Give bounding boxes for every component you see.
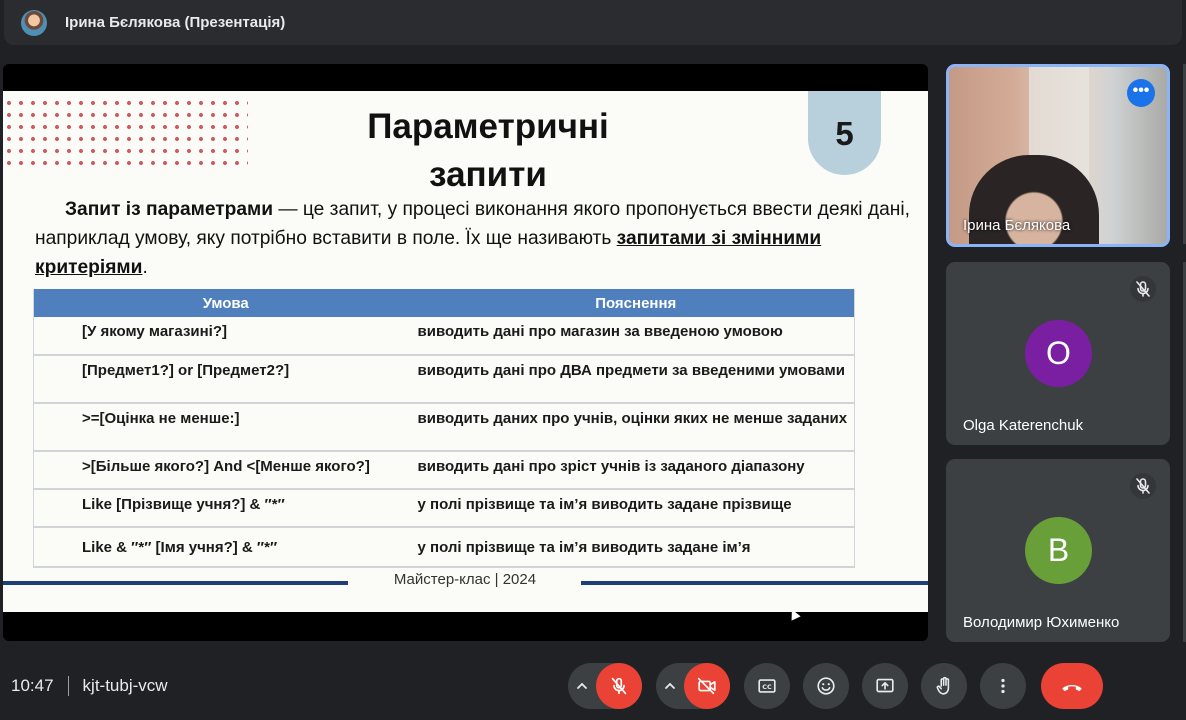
participant-tile-olga[interactable]: O Olga Katerenchuk [946,262,1170,445]
participant-avatar: O [1025,320,1092,387]
conditions-table: Умова Пояснення [У якому магазині?] виво… [33,289,855,568]
participant-tile-volodymyr[interactable]: B Володимир Юхименко [946,459,1170,642]
mic-control-group [568,663,642,709]
call-controls: CC [568,663,1103,709]
table-cell-explanation: у полі прізвище та ім’я виводить задане … [417,489,855,528]
intro-bold-term: Запит із параметрами [65,199,274,220]
table-cell-explanation: виводить дані про магазин за введеною ум… [417,317,855,356]
table-cell-explanation: виводить дані про ДВА предмети за введен… [417,355,855,404]
video-settings-chevron[interactable] [656,663,684,709]
participant-name: Olga Katerenchuk [963,417,1084,434]
slide-intro-text: Запит із параметрами — це запит, у проце… [35,199,910,278]
presentation-title: Ірина Бєлякова (Презентація) [65,14,286,31]
slide-title: Параметричні запити [288,103,688,199]
reactions-button[interactable] [803,663,849,709]
call-end-icon [1062,685,1082,692]
slide-footer: Майстер-клас | 2024 [393,571,537,588]
slide-title-line-1: Параметричні [367,107,609,146]
present-now-button[interactable] [862,663,908,709]
table-cell-explanation: виводить даних про учнів, оцінки яких не… [417,403,855,452]
present-screen-icon [876,678,894,693]
more-options-button[interactable] [980,663,1026,709]
table-row: [Предмет1?] or [Предмет2?] виводить дані… [33,355,855,404]
participant-name: Ірина Бєлякова [963,217,1071,234]
mic-off-icon [1130,473,1156,499]
footer-line-left [3,581,348,585]
meet-screen: Ірина Бєлякова (Презентація) Параметричн… [0,0,1186,720]
table-row: [У якому магазині?] виводить дані про ма… [33,317,855,356]
closed-caption-icon: CC [758,679,776,693]
table-cell-condition: Like [Прізвище учня?] & ″*″ [33,489,418,528]
table-row: Like & ″*″ [Імя учня?] & ″*″ у полі пріз… [33,527,855,568]
slide-number-tab: 5 [808,91,881,175]
table-cell-condition: Like & ″*″ [Імя учня?] & ″*″ [33,527,418,568]
audio-settings-chevron[interactable] [568,663,596,709]
toggle-mic-button[interactable] [596,663,642,709]
table-header-row: Умова Пояснення [33,289,855,317]
participant-tile-presenter[interactable]: ••• Ірина Бєлякова [946,64,1170,247]
participant-name: Володимир Юхименко [963,614,1120,631]
camera-control-group [656,663,730,709]
mic-off-icon [1130,276,1156,302]
more-vert-icon [1001,678,1005,694]
clock-time: 10:47 [11,676,54,695]
svg-text:CC: CC [762,683,772,691]
leave-call-button[interactable] [1041,663,1103,709]
mic-off-icon [611,677,627,695]
emoji-icon [817,677,835,695]
captions-button[interactable]: CC [744,663,790,709]
table-cell-condition: [Предмет1?] or [Предмет2?] [33,355,418,404]
separator [67,676,69,696]
presenter-avatar [21,9,47,36]
table-cell-condition: >[Більше якого?] And <[Менше якого?] [33,451,418,490]
more-options-button[interactable]: ••• [1127,79,1155,107]
toggle-camera-button[interactable] [684,663,730,709]
slide-title-line-2: запити [429,155,547,194]
presentation-top-bar: Ірина Бєлякова (Презентація) [4,0,1182,45]
presentation-stage[interactable]: Параметричні запити 5 Запит із параметра… [3,64,928,641]
chevron-up-icon [577,682,587,689]
table-header-explanation: Пояснення [417,289,855,317]
table-row: >=[Оцінка не менше:] виводить даних про … [33,403,855,452]
table-row: >[Більше якого?] And <[Менше якого?] вив… [33,451,855,490]
videocam-off-icon [697,677,716,695]
meeting-info: 10:47 kjt-tubj-vcw [11,676,168,696]
slide: Параметричні запити 5 Запит із параметра… [3,91,928,612]
table-cell-condition: >=[Оцінка не менше:] [33,403,418,452]
table-cell-condition: [У якому магазині?] [33,317,418,356]
raise-hand-icon [936,676,950,695]
table-cell-explanation: у полі прізвище та ім’я виводить задане … [417,527,855,568]
table-cell-explanation: виводить дані про зріст учнів із заданог… [417,451,855,490]
chevron-up-icon [665,682,675,689]
raise-hand-button[interactable] [921,663,967,709]
table-row: Like [Прізвище учня?] & ″*″ у полі прізв… [33,489,855,528]
participant-avatar: B [1025,517,1092,584]
footer-line-right [581,581,928,585]
table-header-condition: Умова [33,289,418,317]
decorative-dots [3,97,248,169]
meeting-code[interactable]: kjt-tubj-vcw [83,676,168,696]
slide-number: 5 [835,115,854,152]
